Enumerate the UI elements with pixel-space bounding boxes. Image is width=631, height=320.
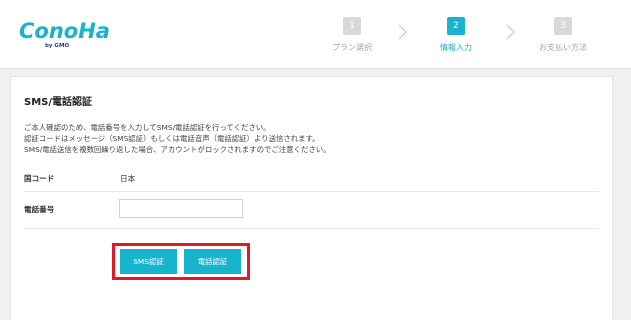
conoha-logo-subtext: by GMO — [45, 43, 69, 49]
phone-number-label: 電話番号 — [24, 205, 55, 214]
site-header: ConoHa by GMO 1 プラン選択 2 情報入力 3 お支払い方法 — [0, 0, 631, 69]
sms-verify-button[interactable]: SMS認証 — [120, 249, 177, 274]
country-code-value: 日本 — [120, 174, 136, 183]
conoha-logo-text: ConoHa — [19, 19, 110, 43]
step-number: 2 — [447, 17, 465, 35]
description-line: SMS/電話送信を複数回繰り返した場合、アカウントがロックされますのでご注意くだ… — [24, 145, 331, 154]
conoha-logo[interactable]: ConoHa by GMO — [18, 14, 118, 54]
row-divider — [24, 228, 599, 229]
chevron-right-icon — [398, 24, 407, 40]
section-description: ご本人確認のため、電話番号を入力してSMS/電話認証を行ってください。 認証コー… — [24, 122, 331, 155]
step-plan-select: 1 プラン選択 — [312, 17, 392, 53]
step-info-input: 2 情報入力 — [416, 17, 496, 53]
phone-number-input[interactable] — [119, 199, 243, 218]
sms-verification-card: SMS/電話認証 ご本人確認のため、電話番号を入力してSMS/電話認証を行ってく… — [10, 76, 613, 320]
step-label: お支払い方法 — [539, 43, 587, 52]
section-title: SMS/電話認証 — [24, 97, 93, 108]
step-payment-method: 3 お支払い方法 — [523, 17, 603, 53]
description-line: ご本人確認のため、電話番号を入力してSMS/電話認証を行ってください。 — [24, 123, 271, 132]
step-number: 1 — [343, 17, 361, 35]
country-code-label: 国コード — [24, 174, 55, 183]
step-number: 3 — [554, 17, 572, 35]
step-label: プラン選択 — [332, 43, 372, 52]
step-label: 情報入力 — [440, 43, 472, 52]
chevron-right-icon — [506, 24, 515, 40]
description-line: 認証コードはメッセージ（SMS認証）もしくは電話音声（電話認証）より送信されます… — [24, 134, 320, 143]
phone-verify-button[interactable]: 電話認証 — [184, 249, 241, 274]
row-divider — [24, 191, 599, 192]
